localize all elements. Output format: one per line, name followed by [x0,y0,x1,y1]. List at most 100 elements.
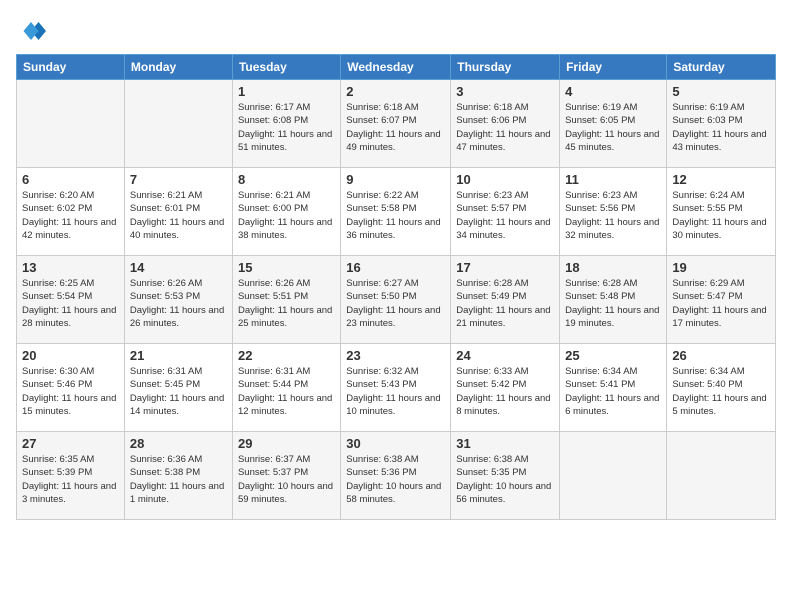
calendar-week-4: 20 Sunrise: 6:30 AM Sunset: 5:46 PM Dayli… [17,344,776,432]
day-number: 23 [346,348,445,363]
day-number: 29 [238,436,335,451]
weekday-header-row: SundayMondayTuesdayWednesdayThursdayFrid… [17,55,776,80]
calendar-cell: 23 Sunrise: 6:32 AM Sunset: 5:43 PM Dayli… [341,344,451,432]
day-detail: Sunrise: 6:31 AM Sunset: 5:45 PM Dayligh… [130,365,227,418]
calendar-cell: 8 Sunrise: 6:21 AM Sunset: 6:00 PM Daylig… [232,168,340,256]
day-detail: Sunrise: 6:31 AM Sunset: 5:44 PM Dayligh… [238,365,335,418]
calendar-cell: 13 Sunrise: 6:25 AM Sunset: 5:54 PM Dayli… [17,256,125,344]
day-number: 25 [565,348,661,363]
day-detail: Sunrise: 6:21 AM Sunset: 6:01 PM Dayligh… [130,189,227,242]
day-detail: Sunrise: 6:29 AM Sunset: 5:47 PM Dayligh… [672,277,770,330]
calendar-week-2: 6 Sunrise: 6:20 AM Sunset: 6:02 PM Daylig… [17,168,776,256]
calendar-cell: 31 Sunrise: 6:38 AM Sunset: 5:35 PM Dayli… [451,432,560,520]
day-number: 31 [456,436,554,451]
day-detail: Sunrise: 6:18 AM Sunset: 6:07 PM Dayligh… [346,101,445,154]
calendar-cell: 26 Sunrise: 6:34 AM Sunset: 5:40 PM Dayli… [667,344,776,432]
calendar-cell: 30 Sunrise: 6:38 AM Sunset: 5:36 PM Dayli… [341,432,451,520]
calendar-cell: 3 Sunrise: 6:18 AM Sunset: 6:06 PM Daylig… [451,80,560,168]
day-detail: Sunrise: 6:24 AM Sunset: 5:55 PM Dayligh… [672,189,770,242]
day-number: 17 [456,260,554,275]
weekday-header-tuesday: Tuesday [232,55,340,80]
day-detail: Sunrise: 6:23 AM Sunset: 5:57 PM Dayligh… [456,189,554,242]
calendar-cell: 4 Sunrise: 6:19 AM Sunset: 6:05 PM Daylig… [560,80,667,168]
day-detail: Sunrise: 6:23 AM Sunset: 5:56 PM Dayligh… [565,189,661,242]
day-number: 11 [565,172,661,187]
calendar-cell [124,80,232,168]
day-number: 7 [130,172,227,187]
day-detail: Sunrise: 6:33 AM Sunset: 5:42 PM Dayligh… [456,365,554,418]
day-detail: Sunrise: 6:38 AM Sunset: 5:36 PM Dayligh… [346,453,445,506]
day-number: 4 [565,84,661,99]
calendar-cell [560,432,667,520]
calendar-cell [667,432,776,520]
day-detail: Sunrise: 6:21 AM Sunset: 6:00 PM Dayligh… [238,189,335,242]
day-number: 22 [238,348,335,363]
calendar-cell: 15Sunrise: 6:26 AM Sunset: 5:51 PM Dayli… [232,256,340,344]
calendar-cell: 5 Sunrise: 6:19 AM Sunset: 6:03 PM Daylig… [667,80,776,168]
day-number: 18 [565,260,661,275]
calendar-table: SundayMondayTuesdayWednesdayThursdayFrid… [16,54,776,520]
calendar-cell: 21 Sunrise: 6:31 AM Sunset: 5:45 PM Dayli… [124,344,232,432]
day-number: 6 [22,172,119,187]
calendar-cell: 24 Sunrise: 6:33 AM Sunset: 5:42 PM Dayli… [451,344,560,432]
day-detail: Sunrise: 6:26 AM Sunset: 5:51 PM Dayligh… [238,277,335,330]
weekday-header-saturday: Saturday [667,55,776,80]
day-detail: Sunrise: 6:38 AM Sunset: 5:35 PM Dayligh… [456,453,554,506]
page-header [16,16,776,46]
calendar-cell: 18 Sunrise: 6:28 AM Sunset: 5:48 PM Dayli… [560,256,667,344]
day-number: 3 [456,84,554,99]
day-number: 12 [672,172,770,187]
calendar-week-5: 27Sunrise: 6:35 AM Sunset: 5:39 PM Dayli… [17,432,776,520]
day-number: 19 [672,260,770,275]
calendar-header: SundayMondayTuesdayWednesdayThursdayFrid… [17,55,776,80]
calendar-cell: 1 Sunrise: 6:17 AM Sunset: 6:08 PM Daylig… [232,80,340,168]
day-detail: Sunrise: 6:28 AM Sunset: 5:49 PM Dayligh… [456,277,554,330]
day-number: 30 [346,436,445,451]
day-number: 5 [672,84,770,99]
calendar-cell: 7 Sunrise: 6:21 AM Sunset: 6:01 PM Daylig… [124,168,232,256]
day-detail: Sunrise: 6:19 AM Sunset: 6:05 PM Dayligh… [565,101,661,154]
day-detail: Sunrise: 6:37 AM Sunset: 5:37 PM Dayligh… [238,453,335,506]
day-number: 13 [22,260,119,275]
calendar-cell [17,80,125,168]
calendar-cell: 28Sunrise: 6:36 AM Sunset: 5:38 PM Dayli… [124,432,232,520]
calendar-cell: 11 Sunrise: 6:23 AM Sunset: 5:56 PM Dayli… [560,168,667,256]
day-detail: Sunrise: 6:20 AM Sunset: 6:02 PM Dayligh… [22,189,119,242]
day-number: 24 [456,348,554,363]
day-detail: Sunrise: 6:32 AM Sunset: 5:43 PM Dayligh… [346,365,445,418]
weekday-header-thursday: Thursday [451,55,560,80]
day-number: 9 [346,172,445,187]
calendar-cell: 9 Sunrise: 6:22 AM Sunset: 5:58 PM Daylig… [341,168,451,256]
day-detail: Sunrise: 6:17 AM Sunset: 6:08 PM Dayligh… [238,101,335,154]
day-number: 10 [456,172,554,187]
day-number: 1 [238,84,335,99]
day-number: 8 [238,172,335,187]
day-number: 14 [130,260,227,275]
calendar-cell: 10 Sunrise: 6:23 AM Sunset: 5:57 PM Dayli… [451,168,560,256]
day-number: 21 [130,348,227,363]
day-detail: Sunrise: 6:25 AM Sunset: 5:54 PM Dayligh… [22,277,119,330]
day-detail: Sunrise: 6:19 AM Sunset: 6:03 PM Dayligh… [672,101,770,154]
day-detail: Sunrise: 6:27 AM Sunset: 5:50 PM Dayligh… [346,277,445,330]
day-detail: Sunrise: 6:28 AM Sunset: 5:48 PM Dayligh… [565,277,661,330]
calendar-body: 1 Sunrise: 6:17 AM Sunset: 6:08 PM Daylig… [17,80,776,520]
weekday-header-wednesday: Wednesday [341,55,451,80]
logo-icon [16,16,46,46]
day-number: 20 [22,348,119,363]
day-detail: Sunrise: 6:18 AM Sunset: 6:06 PM Dayligh… [456,101,554,154]
day-number: 26 [672,348,770,363]
calendar-cell: 25 Sunrise: 6:34 AM Sunset: 5:41 PM Dayli… [560,344,667,432]
day-number: 16 [346,260,445,275]
calendar-cell: 27Sunrise: 6:35 AM Sunset: 5:39 PM Dayli… [17,432,125,520]
day-number: 28 [130,436,227,451]
calendar-cell: 17 Sunrise: 6:28 AM Sunset: 5:49 PM Dayli… [451,256,560,344]
day-detail: Sunrise: 6:22 AM Sunset: 5:58 PM Dayligh… [346,189,445,242]
day-number: 2 [346,84,445,99]
weekday-header-friday: Friday [560,55,667,80]
day-detail: Sunrise: 6:34 AM Sunset: 5:40 PM Dayligh… [672,365,770,418]
calendar-cell: 20 Sunrise: 6:30 AM Sunset: 5:46 PM Dayli… [17,344,125,432]
calendar-cell: 6 Sunrise: 6:20 AM Sunset: 6:02 PM Daylig… [17,168,125,256]
day-detail: Sunrise: 6:30 AM Sunset: 5:46 PM Dayligh… [22,365,119,418]
calendar-cell: 19 Sunrise: 6:29 AM Sunset: 5:47 PM Dayli… [667,256,776,344]
day-detail: Sunrise: 6:34 AM Sunset: 5:41 PM Dayligh… [565,365,661,418]
